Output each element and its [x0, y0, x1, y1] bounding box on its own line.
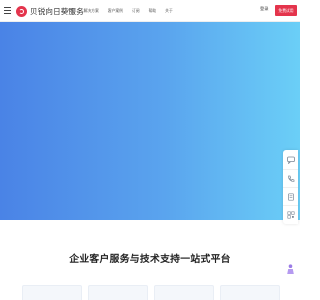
free-trial-button[interactable]: 免费试用 — [275, 5, 297, 16]
logo-mark-icon — [16, 5, 27, 17]
feature-card[interactable] — [220, 285, 280, 300]
nav-item-products[interactable]: 产品 — [67, 8, 75, 14]
document-icon[interactable] — [283, 187, 298, 206]
chat-icon[interactable] — [283, 151, 298, 169]
person-up-icon — [287, 264, 294, 274]
nav-item-subscribe[interactable]: 订阅 — [132, 8, 140, 14]
nav-item-cases[interactable]: 客户案例 — [108, 8, 123, 14]
menu-icon[interactable] — [4, 6, 11, 15]
feature-card[interactable] — [88, 285, 148, 300]
feature-cards — [22, 285, 280, 300]
qr-code-icon[interactable] — [283, 205, 298, 224]
top-header: 贝锐向日葵服务 产品 解决方案 客户案例 订阅 帮助 关于 登录 免费试用 — [0, 0, 300, 22]
nav-item-about[interactable]: 关于 — [165, 8, 173, 14]
login-link[interactable]: 登录 — [260, 6, 268, 12]
nav-item-help[interactable]: 帮助 — [149, 8, 157, 14]
hero-banner — [0, 22, 300, 220]
section-title: 企业客户服务与技术支持一站式平台 — [69, 254, 231, 265]
page: 贝锐向日葵服务 产品 解决方案 客户案例 订阅 帮助 关于 登录 免费试用 企业… — [0, 0, 300, 300]
phone-icon[interactable] — [283, 169, 298, 188]
main-nav: 产品 解决方案 客户案例 订阅 帮助 关于 — [67, 0, 182, 22]
feature-card[interactable] — [154, 285, 214, 300]
nav-item-solutions[interactable]: 解决方案 — [84, 8, 99, 14]
side-toolbar — [283, 150, 298, 224]
feature-card[interactable] — [22, 285, 82, 300]
